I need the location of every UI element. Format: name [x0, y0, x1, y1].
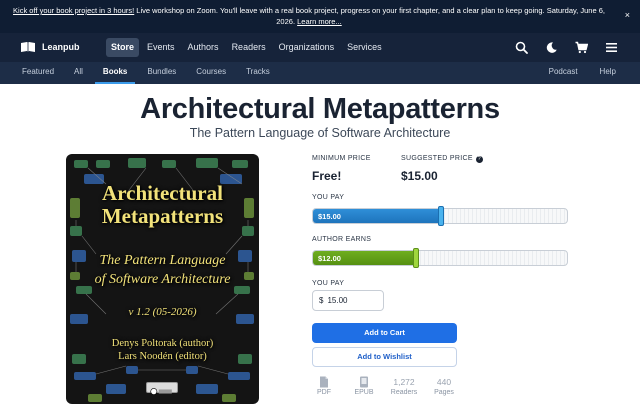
- cover-credits: Denys Poltorak (author) Lars Noodén (edi…: [66, 337, 259, 363]
- tab-tracks[interactable]: Tracks: [238, 62, 278, 84]
- you-pay-input[interactable]: $15.00: [312, 290, 384, 311]
- cover-version: v 1.2 (05-2026): [128, 306, 197, 318]
- store-subnav: Featured All Books Bundles Courses Track…: [0, 62, 640, 84]
- book-stats: PDF EPUB 1,272 Readers 440 Pages: [304, 376, 464, 396]
- tab-courses[interactable]: Courses: [188, 62, 234, 84]
- nav-authors[interactable]: Authors: [183, 38, 224, 57]
- you-pay-slider-label: YOU PAY: [312, 194, 345, 201]
- nav-links: Store Events Authors Readers Organizatio…: [106, 38, 390, 57]
- nav-icons: [515, 41, 618, 54]
- you-pay-slider-handle[interactable]: [438, 206, 444, 226]
- cover-editor: Lars Noodén (editor): [118, 351, 207, 362]
- stat-readers-caption: Readers: [390, 389, 418, 396]
- author-earns-slider[interactable]: $12.00: [312, 248, 568, 268]
- cover-title-line1: Architectural: [102, 181, 223, 205]
- stat-pages-value: 440: [436, 377, 452, 387]
- tab-all[interactable]: All: [66, 62, 91, 84]
- cover-title: Architectural Metapatterns: [66, 182, 259, 228]
- cover-subtitle-line1: The Pattern Language: [99, 253, 226, 268]
- cover-title-line2: Metapatterns: [101, 204, 224, 228]
- minimum-price-value: Free!: [312, 169, 342, 183]
- cover-author: Denys Poltorak (author): [111, 338, 214, 349]
- nav-services[interactable]: Services: [342, 38, 387, 57]
- tab-podcast[interactable]: Podcast: [541, 62, 586, 84]
- book-title: Architectural Metapatterns: [140, 93, 500, 125]
- nav-events[interactable]: Events: [142, 38, 180, 57]
- help-icon[interactable]: ?: [475, 156, 483, 163]
- suggested-price-label-text: SUGGESTED PRICE: [401, 155, 473, 162]
- stat-pdf-caption: PDF: [317, 389, 331, 396]
- stat-pages: 440 Pages: [424, 376, 464, 396]
- author-earns-slider-fill: $12.00: [313, 251, 415, 265]
- book-subtitle: The Pattern Language of Software Archite…: [189, 126, 451, 140]
- tab-help[interactable]: Help: [592, 62, 624, 84]
- banner-close-icon[interactable]: ×: [625, 10, 630, 21]
- banner-link[interactable]: Kick off your book project in 3 hours!: [13, 6, 134, 15]
- currency-symbol: $: [319, 296, 324, 305]
- tab-featured[interactable]: Featured: [14, 62, 62, 84]
- you-pay-slider[interactable]: $15.00: [312, 206, 568, 226]
- stat-pages-caption: Pages: [434, 389, 454, 396]
- brand-name: Leanpub: [42, 42, 80, 52]
- tab-bundles[interactable]: Bundles: [139, 62, 184, 84]
- search-icon[interactable]: [515, 41, 528, 54]
- suggested-price-value: $15.00: [401, 169, 438, 183]
- book-cover[interactable]: Architectural Metapatterns The Pattern L…: [66, 154, 259, 404]
- stat-epub: EPUB: [344, 376, 384, 396]
- stat-epub-caption: EPUB: [354, 389, 374, 396]
- cart-icon[interactable]: [575, 41, 588, 54]
- stat-readers: 1,272 Readers: [384, 376, 424, 396]
- menu-icon[interactable]: [605, 41, 618, 54]
- stat-readers-value: 1,272: [393, 377, 415, 387]
- pdf-icon: [320, 376, 328, 388]
- main-navigation: Leanpub Store Events Authors Readers Org…: [0, 33, 640, 62]
- cover-subtitle: The Pattern Language of Software Archite…: [66, 251, 259, 289]
- epub-icon: [360, 376, 368, 388]
- cc-icon: [150, 388, 172, 395]
- announcement-banner: Kick off your book project in 3 hours! L…: [0, 0, 640, 33]
- banner-text: Live workshop on Zoom. You'll leave with…: [134, 6, 605, 26]
- minimum-price-label: MINIMUM PRICE: [312, 155, 371, 162]
- banner-learn-more[interactable]: Learn more...: [297, 17, 342, 26]
- nav-readers[interactable]: Readers: [227, 38, 271, 57]
- leanpub-logo[interactable]: Leanpub: [20, 41, 80, 53]
- add-to-cart-button[interactable]: Add to Cart: [312, 323, 457, 343]
- nav-store[interactable]: Store: [106, 38, 140, 57]
- author-earns-label: AUTHOR EARNS: [312, 236, 372, 243]
- you-pay-input-label: YOU PAY: [312, 280, 345, 287]
- author-earns-slider-handle[interactable]: [413, 248, 419, 268]
- suggested-price-label: SUGGESTED PRICE?: [401, 155, 483, 163]
- you-pay-slider-fill: $15.00: [313, 209, 440, 223]
- tab-books[interactable]: Books: [94, 62, 136, 84]
- subnav-links: Featured All Books Bundles Courses Track…: [14, 62, 282, 84]
- you-pay-input-value: 15.00: [327, 296, 348, 305]
- cover-subtitle-line2: of Software Architecture: [94, 272, 231, 287]
- stat-pdf: PDF: [304, 376, 344, 396]
- moon-icon[interactable]: [545, 41, 558, 54]
- creative-commons-badge: [146, 382, 178, 395]
- subnav-right: Podcast Help: [541, 62, 630, 84]
- nav-organizations[interactable]: Organizations: [274, 38, 340, 57]
- add-to-wishlist-button[interactable]: Add to Wishlist: [312, 347, 457, 367]
- book-logo-icon: [21, 42, 35, 52]
